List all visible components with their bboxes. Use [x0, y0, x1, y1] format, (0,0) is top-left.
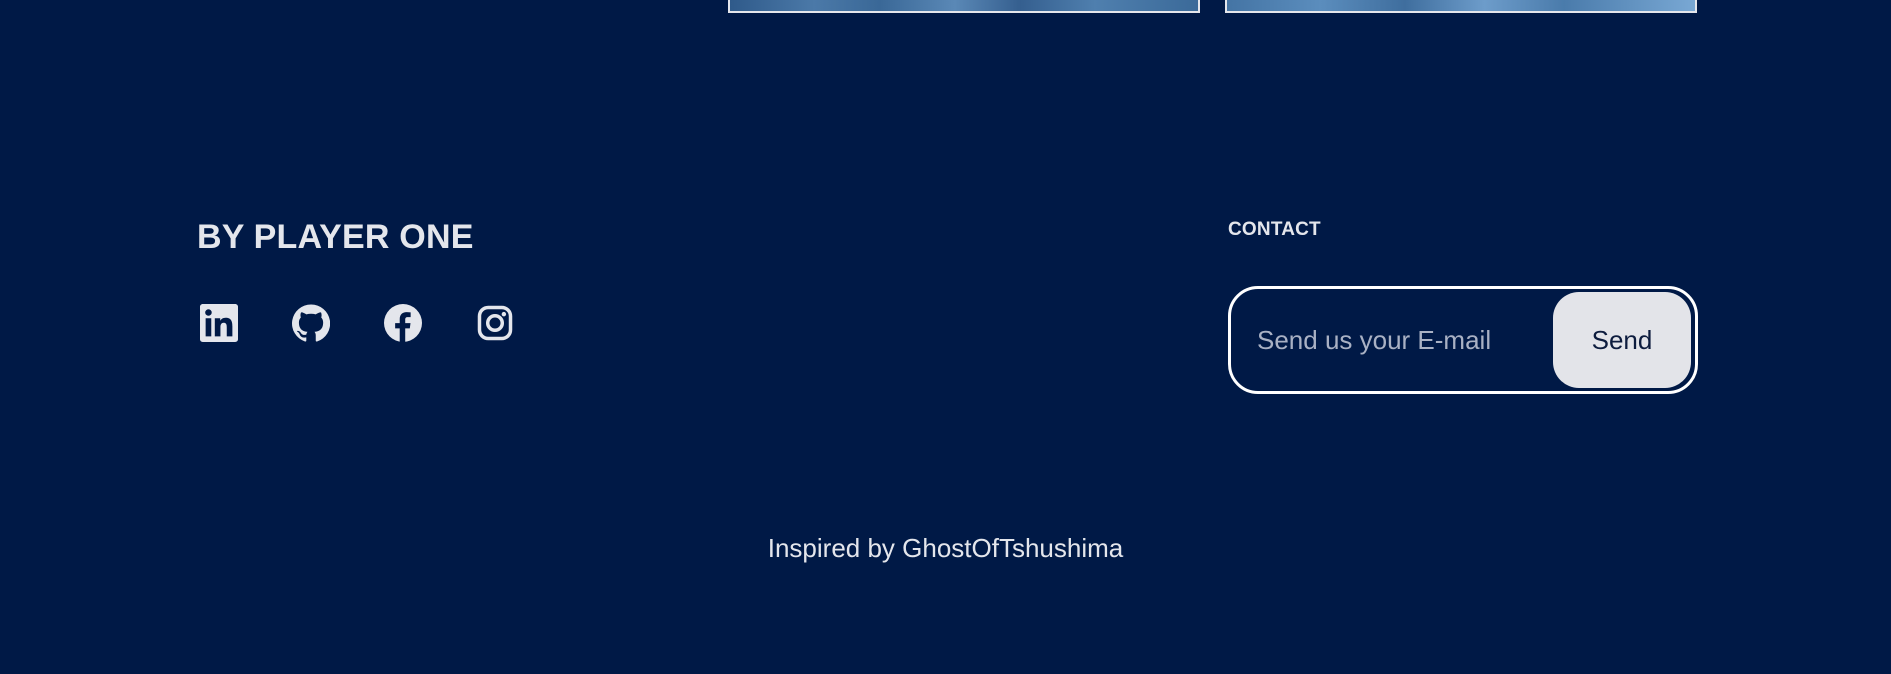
brand-title: BY PLAYER ONE: [197, 218, 474, 256]
facebook-icon: [384, 304, 422, 342]
send-button[interactable]: Send: [1553, 292, 1691, 388]
email-input[interactable]: [1235, 292, 1553, 388]
github-link[interactable]: [292, 304, 330, 342]
social-links: [200, 304, 514, 342]
linkedin-link[interactable]: [200, 304, 238, 342]
contact-form: Send: [1228, 286, 1698, 394]
gallery-image-right[interactable]: [1225, 0, 1697, 13]
linkedin-icon: [200, 304, 238, 342]
footer-credit: Inspired by GhostOfTshushima: [767, 533, 1124, 563]
gallery-image-left[interactable]: [728, 0, 1200, 13]
instagram-link[interactable]: [476, 304, 514, 342]
instagram-icon: [477, 305, 513, 341]
github-icon: [292, 304, 330, 342]
facebook-link[interactable]: [384, 304, 422, 342]
contact-heading: CONTACT: [1228, 219, 1321, 240]
